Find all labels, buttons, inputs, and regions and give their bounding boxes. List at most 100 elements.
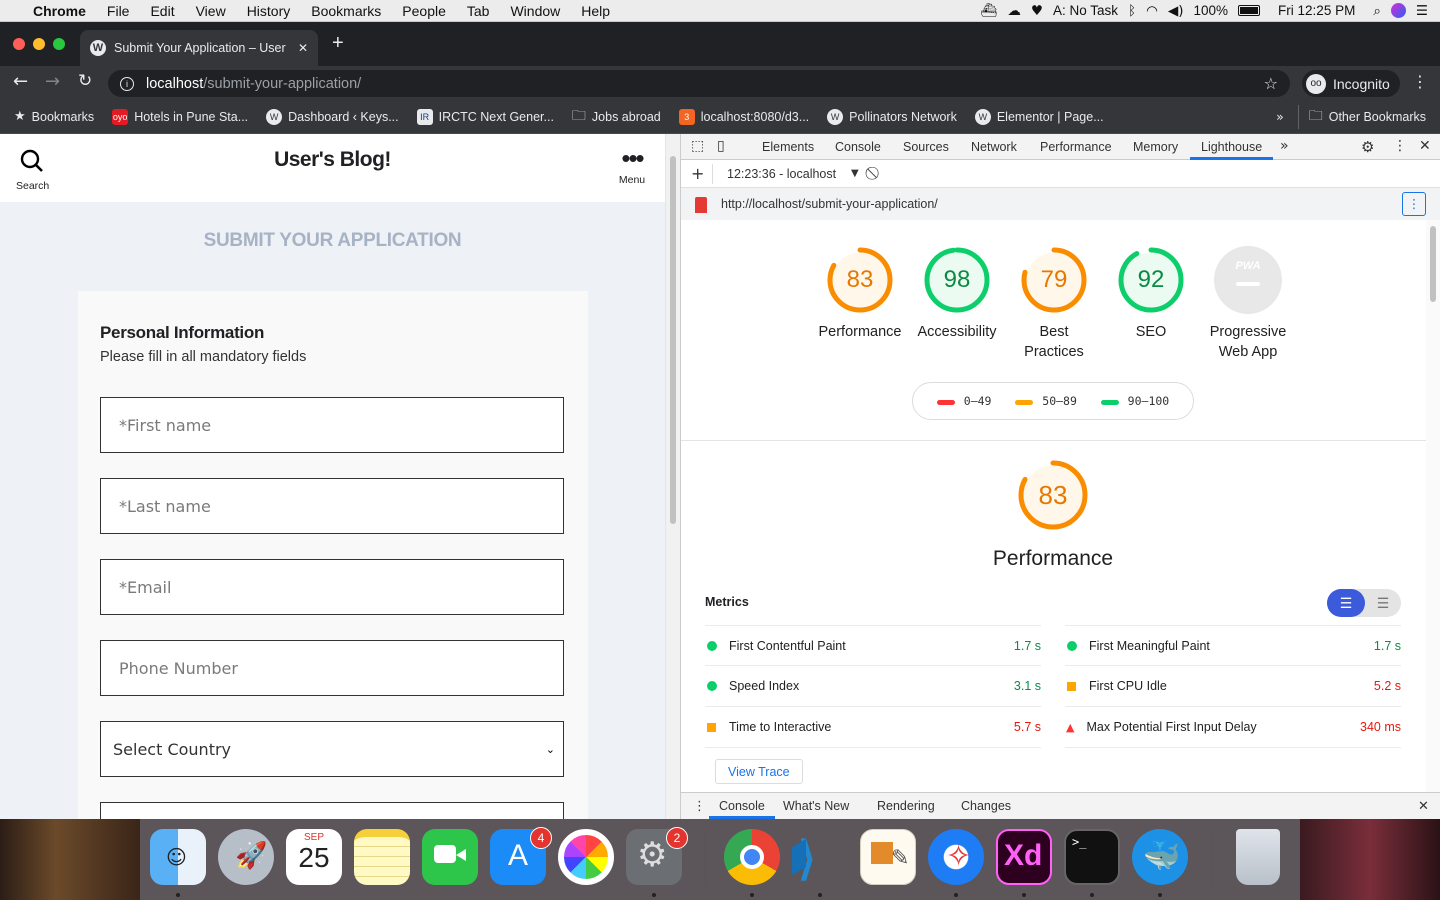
new-report-plus-icon[interactable]: + — [691, 164, 704, 183]
more-tabs-chevron-icon[interactable]: » — [1280, 138, 1289, 154]
tab-lighthouse[interactable]: Lighthouse — [1201, 140, 1262, 154]
menu-edit[interactable]: Edit — [150, 3, 174, 19]
menu-window[interactable]: Window — [510, 3, 560, 19]
menu-view[interactable]: View — [196, 3, 226, 19]
country-select[interactable]: Select Country ⌄ — [100, 721, 564, 777]
tab-elements[interactable]: Elements — [762, 140, 814, 154]
site-menu-toggle[interactable]: ••• Menu — [612, 145, 652, 186]
docker-status-icon[interactable]: ⛴ — [980, 3, 997, 19]
gauge-performance[interactable]: 83 — [826, 246, 894, 314]
minimize-window-button[interactable] — [33, 38, 45, 50]
gauge-best-practices[interactable]: 79 — [1020, 246, 1088, 314]
facetime-icon[interactable] — [422, 829, 478, 885]
more-bookmarks-chevron-icon[interactable]: » — [1276, 109, 1284, 124]
bookmark-item[interactable]: 3 localhost:8080/d3... — [678, 108, 809, 125]
tab-memory[interactable]: Memory — [1133, 140, 1178, 154]
device-toolbar-icon[interactable]: ▯ — [717, 138, 725, 154]
devtools-scrollbar-thumb[interactable] — [1430, 226, 1436, 302]
terminal-icon[interactable]: >_ — [1064, 829, 1120, 885]
drawer-tab-changes[interactable]: Changes — [961, 799, 1011, 813]
reload-button[interactable]: ↻ — [78, 71, 92, 91]
metrics-view-toggle[interactable]: ☰ ☰ — [1327, 589, 1401, 617]
view-trace-button[interactable]: View Trace — [715, 759, 803, 784]
bookmark-item[interactable]: IR IRCTC Next Gener... — [416, 108, 554, 125]
site-info-icon[interactable]: i — [120, 76, 134, 91]
close-window-button[interactable] — [13, 38, 25, 50]
next-field[interactable] — [100, 802, 564, 819]
address-bar[interactable]: i localhost/submit-your-application/ ☆ — [108, 70, 1290, 97]
siri-icon[interactable] — [1390, 3, 1406, 18]
compact-view-icon[interactable]: ☰ — [1327, 589, 1365, 617]
zoom-window-button[interactable] — [53, 38, 65, 50]
photos-icon[interactable] — [558, 829, 614, 885]
inspect-element-icon[interactable]: ⬚ — [691, 138, 704, 154]
bookmark-item[interactable]: oyo Hotels in Pune Sta... — [112, 108, 248, 125]
bookmark-item[interactable]: W Elementor | Page... — [974, 108, 1104, 125]
devtools-menu-icon[interactable]: ⋮ — [1393, 138, 1407, 154]
page-scrollbar[interactable] — [665, 134, 680, 819]
devtools-scrollbar[interactable] — [1426, 220, 1440, 792]
report-menu-icon[interactable]: ⋮ — [1402, 192, 1426, 216]
first-name-field[interactable]: *First name — [100, 397, 564, 453]
tab-performance[interactable]: Performance — [1040, 140, 1112, 154]
shield-status-icon[interactable]: ♥ — [1031, 3, 1043, 19]
chrome-menu-icon[interactable]: ⋮ — [1412, 72, 1428, 91]
phone-field[interactable]: Phone Number — [100, 640, 564, 696]
menu-file[interactable]: File — [107, 3, 130, 19]
menu-bookmarks[interactable]: Bookmarks — [311, 3, 381, 19]
battery-icon[interactable] — [1238, 5, 1261, 16]
bluetooth-icon[interactable]: ᛒ — [1128, 3, 1136, 19]
bookmark-item[interactable]: 🗀 Jobs abroad — [572, 105, 661, 129]
report-dropdown-icon[interactable]: ▼ — [851, 168, 859, 179]
bookmark-item[interactable]: W Dashboard ‹ Keys... — [266, 108, 399, 125]
trash-icon[interactable] — [1236, 829, 1280, 885]
incognito-profile-button[interactable]: oo Incognito — [1302, 70, 1400, 97]
last-name-field[interactable]: *Last name — [100, 478, 564, 534]
tab-sources[interactable]: Sources — [903, 140, 949, 154]
drawer-tab-console[interactable]: Console — [719, 799, 765, 813]
close-tab-icon[interactable]: ✕ — [298, 41, 308, 55]
calendar-icon[interactable]: SEP 25 — [286, 829, 342, 885]
gauge-accessibility[interactable]: 98 — [923, 246, 991, 314]
settings-gear-icon[interactable]: ⚙ — [1361, 138, 1374, 156]
volume-icon[interactable]: ◀) — [1168, 3, 1184, 19]
browser-tab[interactable]: W Submit Your Application – User ✕ — [80, 30, 318, 66]
menu-tab[interactable]: Tab — [467, 3, 490, 19]
menubar-app-name[interactable]: Chrome — [33, 3, 86, 19]
finder-icon[interactable]: ☺ — [150, 829, 206, 885]
expanded-view-icon[interactable]: ☰ — [1365, 589, 1401, 617]
menu-help[interactable]: Help — [581, 3, 610, 19]
gauge-seo[interactable]: 92 — [1117, 246, 1185, 314]
gauge-pwa[interactable]: PWA — [1214, 246, 1282, 314]
site-title[interactable]: User's Blog! — [0, 148, 665, 172]
page-scrollbar-thumb[interactable] — [670, 156, 676, 524]
notes-icon[interactable] — [354, 829, 410, 885]
task-status[interactable]: A: No Task — [1053, 3, 1118, 18]
back-button[interactable]: ← — [13, 71, 28, 92]
email-field[interactable]: *Email — [100, 559, 564, 615]
menu-people[interactable]: People — [402, 3, 446, 19]
cloud-status-icon[interactable]: ☁ — [1007, 3, 1021, 19]
tab-console[interactable]: Console — [835, 140, 881, 154]
docker-icon[interactable]: 🐳 — [1132, 829, 1188, 885]
drawer-tab-rendering[interactable]: Rendering — [877, 799, 935, 813]
bookmark-star-icon[interactable]: ☆ — [1264, 74, 1278, 93]
report-select[interactable]: 12:23:36 - localhost — [727, 167, 836, 181]
bookmark-item[interactable]: W Pollinators Network — [827, 108, 957, 125]
app-store-icon[interactable]: A4 — [490, 827, 552, 885]
other-bookmarks[interactable]: 🗀 Other Bookmarks — [1297, 104, 1426, 129]
forward-button[interactable]: → — [45, 71, 60, 92]
notification-center-icon[interactable]: ☰ — [1416, 3, 1428, 19]
system-preferences-icon[interactable]: ⚙ 2 — [626, 827, 688, 885]
close-drawer-icon[interactable]: ✕ — [1418, 799, 1429, 814]
menu-history[interactable]: History — [247, 3, 291, 19]
adobe-xd-icon[interactable]: Xd — [996, 829, 1052, 885]
clock[interactable]: Fri 12:25 PM — [1278, 3, 1355, 18]
report-url[interactable]: http://localhost/submit-your-application… — [721, 197, 938, 211]
bookmark-item[interactable]: ★ Bookmarks — [14, 109, 94, 124]
tab-network[interactable]: Network — [971, 140, 1017, 154]
new-tab-button[interactable]: + — [332, 32, 344, 55]
chrome-icon[interactable] — [724, 829, 780, 885]
drawer-tab-whats-new[interactable]: What's New — [783, 799, 849, 813]
pages-icon[interactable]: ✎ — [860, 829, 916, 885]
